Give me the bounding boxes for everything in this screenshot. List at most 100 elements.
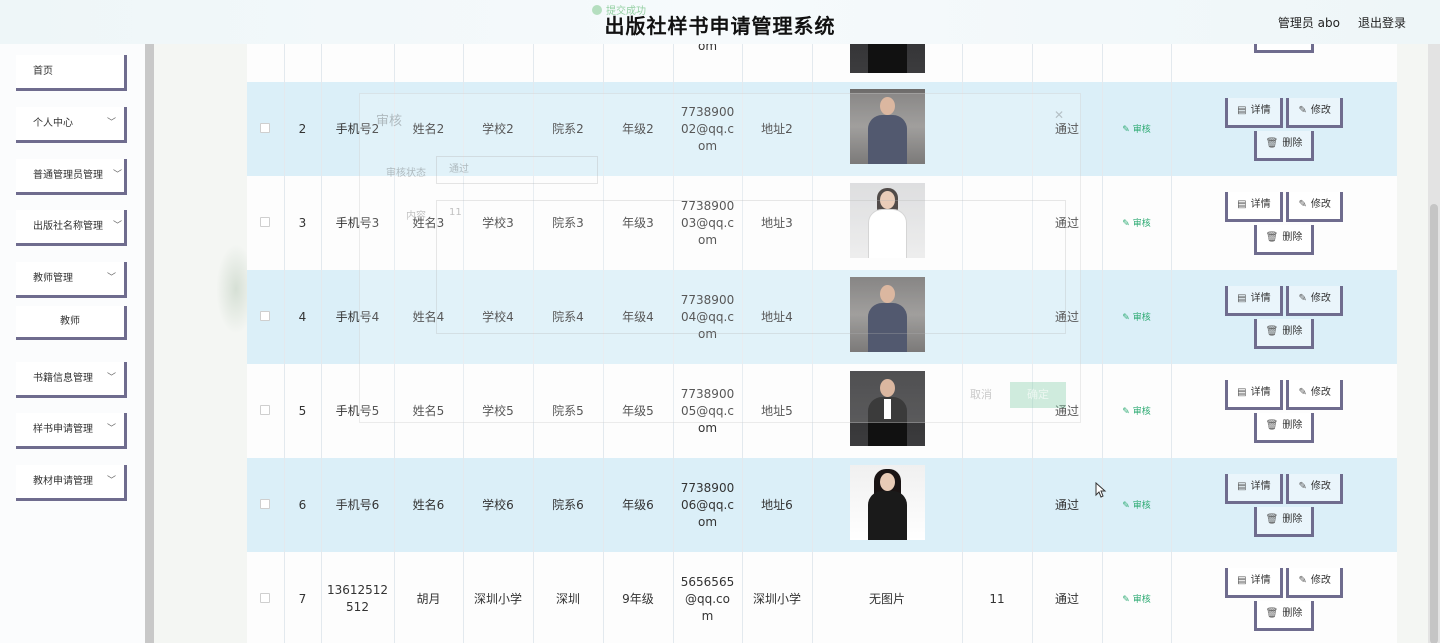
department-cell: 院系3 [533,176,604,270]
trash-icon: 🗑 [1265,607,1279,619]
edit-button[interactable]: ✎ 修改 [1286,97,1343,128]
sidebar-item-profile[interactable]: 个人中心 ﹀ [16,107,127,143]
school-cell: 学校3 [463,176,534,270]
email-cell: 5656565 @qq.co m [673,552,743,643]
status-cell: 通过 [1032,458,1103,552]
phone-cell: 手机号2 [321,82,395,176]
audit-link[interactable]: ✎ 审核 [1122,407,1150,417]
school-cell: 学校4 [463,270,534,364]
pencil-icon: ✎ [1298,198,1307,210]
edit-button[interactable]: ✎ 修改 [1286,473,1343,504]
audit-link[interactable]: ✎ 审核 [1122,219,1150,229]
audit-link[interactable]: ✎ 审核 [1122,313,1150,323]
sidebar-item-book-management[interactable]: 书籍信息管理 ﹀ [16,362,127,398]
row-index: 4 [284,270,322,364]
name-cell: 姓名6 [394,458,464,552]
photo-cell: 无图片 [812,552,963,643]
page-scrollbar[interactable] [1428,44,1440,643]
sidebar-item-home[interactable]: 首页 [16,55,127,91]
chevron-down-icon: ﹀ [106,118,116,128]
detail-button[interactable]: ▤ 详情 [1225,285,1283,316]
operations-cell: ▤ 详情 ✎ 修改 🗑 删除 [1171,458,1397,552]
detail-button[interactable]: ▤ 详情 [1225,567,1283,598]
count-cell: 11 [962,552,1033,643]
sidebar-item-publisher-management[interactable]: 出版社名称管理 ﹀ [16,210,127,246]
edit-button[interactable]: ✎ 修改 [1286,191,1343,222]
count-cell [962,270,1033,364]
row-checkbox[interactable] [260,216,271,227]
grade-cell: 年级4 [603,270,674,364]
top-header: 提交成功 出版社样书申请管理系统 管理员 abo 退出登录 [0,0,1440,44]
delete-button[interactable]: 🗑删除 [1253,412,1315,443]
operations-cell: ▤ 详情 ✎ 修改 🗑 删除 [1171,364,1397,458]
logout-link[interactable]: 退出登录 [1358,14,1406,31]
edit-button[interactable]: ✎ 修改 [1286,379,1343,410]
name-cell: 姓名4 [394,270,464,364]
trash-icon: 🗑 [1265,137,1279,149]
photo-cell [812,176,963,270]
sidebar-item-admin-management[interactable]: 普通管理员管理 ﹀ [16,159,127,195]
email-cell: 7738900 02@qq.c om [673,82,743,176]
delete-button[interactable]: 🗑删除 [1253,130,1315,161]
sidebar-item-sample-application[interactable]: 样书申请管理 ﹀ [16,413,127,449]
document-icon: ▤ [1237,574,1247,586]
audit-link[interactable]: ✎ 审核 [1122,595,1150,605]
row-checkbox[interactable] [260,592,271,603]
pencil-icon: ✎ [1298,480,1307,492]
trash-icon: 🗑 [1265,419,1279,431]
department-cell: 院系2 [533,82,604,176]
table-row: 4 手机号4 姓名4 学校4 院系4 年级4 7738900 04@qq.c om 地址4 通过 ✎ … [247,270,1397,364]
status-cell: 通过 [1032,176,1103,270]
row-checkbox[interactable] [260,310,271,321]
sidebar-scrollbar[interactable] [145,44,154,643]
delete-button[interactable]: 🗑删除 [1253,224,1315,255]
grade-cell: 年级2 [603,82,674,176]
row-index: 5 [284,364,322,458]
delete-button[interactable]: 🗑删除 [1253,600,1315,631]
operations-cell: ▤ 详情 ✎ 修改 🗑 删除 [1171,82,1397,176]
audit-link[interactable]: ✎ 审核 [1122,125,1150,135]
pencil-icon: ✎ [1298,292,1307,304]
document-icon: ▤ [1237,104,1247,116]
chevron-down-icon: ﹀ [112,221,122,231]
status-cell: 通过 [1032,270,1103,364]
delete-button[interactable]: 🗑删除 [1253,318,1315,349]
detail-button[interactable]: ▤ 详情 [1225,379,1283,410]
edit-button[interactable]: ✎ 修改 [1286,567,1343,598]
audit-cell: ✎ 审核 [1102,458,1172,552]
grade-cell: 年级3 [603,176,674,270]
department-cell: 院系6 [533,458,604,552]
row-checkbox[interactable] [260,404,271,415]
document-icon: ▤ [1237,198,1247,210]
detail-button[interactable]: ▤ 详情 [1225,473,1283,504]
detail-button[interactable]: ▤ 详情 [1225,97,1283,128]
address-cell: 地址3 [742,176,813,270]
row-index: 7 [284,552,322,643]
row-checkbox[interactable] [260,122,271,133]
row-index: 3 [284,176,322,270]
grade-cell: 9年级 [603,552,674,643]
scrollbar-thumb[interactable] [1430,204,1438,643]
current-user: 管理员 abo [1277,16,1340,30]
edit-pen-icon: ✎ [1122,500,1133,511]
pencil-icon: ✎ [1298,386,1307,398]
user-photo [849,183,925,258]
school-cell: 深圳小学 [463,552,534,643]
status-cell: 通过 [1032,552,1103,643]
sidebar-item-textbook-application[interactable]: 教材申请管理 ﹀ [16,465,127,501]
document-icon: ▤ [1237,480,1247,492]
photo-cell [812,364,963,458]
edit-button[interactable]: ✎ 修改 [1286,285,1343,316]
audit-link[interactable]: ✎ 审核 [1122,501,1150,511]
sidebar-subitem-teacher[interactable]: 教师 [16,306,127,340]
audit-cell: ✎ 审核 [1102,552,1172,643]
delete-button[interactable]: 🗑删除 [1253,506,1315,537]
detail-button[interactable]: ▤ 详情 [1225,191,1283,222]
audit-cell: ✎ 审核 [1102,82,1172,176]
row-checkbox[interactable] [260,498,271,509]
school-cell: 学校2 [463,82,534,176]
grade-cell: 年级6 [603,458,674,552]
email-cell: 7738900 03@qq.c om [673,176,743,270]
sidebar-item-teacher-management[interactable]: 教师管理 ﹀ [16,262,127,298]
page-title: 出版社样书申请管理系统 [604,14,836,38]
